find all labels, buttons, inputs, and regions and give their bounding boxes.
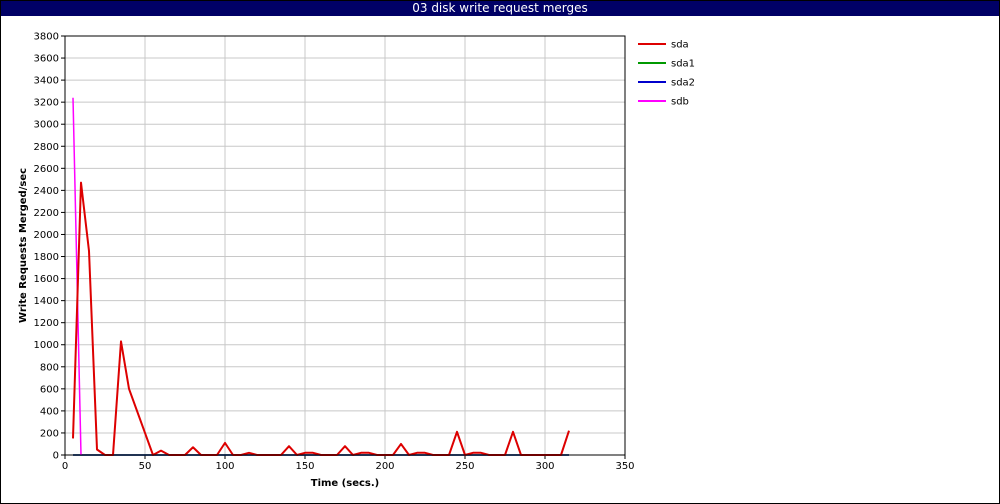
x-tick-label: 0 [62,461,68,472]
y-tick-label: 1200 [34,318,59,329]
legend-label-sda: sda [671,40,689,51]
y-tick-label: 1400 [34,296,59,307]
series-line-sda [72,181,570,456]
line-chart: 0200400600800100012001400160018002000220… [18,32,695,490]
y-tick-label: 2400 [34,186,59,197]
y-tick-label: 600 [40,384,59,395]
x-axis-label: Time (secs.) [311,478,380,489]
y-tick-label: 3200 [34,98,59,109]
x-tick-label: 300 [535,461,554,472]
x-tick-label: 250 [455,461,474,472]
legend-label-sda1: sda1 [671,59,695,70]
y-tick-label: 800 [40,362,59,373]
y-tick-label: 200 [40,428,59,439]
plot-area-frame [64,35,626,456]
y-tick-label: 1600 [34,274,59,285]
x-axis-ticks: 0 50 100 150 200 250 300 350 [62,455,635,472]
legend-label-sda2: sda2 [671,78,695,89]
y-tick-label: 1000 [34,340,59,351]
y-tick-label: 2600 [34,164,59,175]
y-tick-label: 400 [40,406,59,417]
y-tick-label: 0 [53,451,59,462]
y-axis-ticks: 0 200 400 600 800 1000 1200 1400 1600 1800 2000 220… [34,32,65,462]
y-tick-label: 3800 [34,32,59,43]
x-tick-label: 200 [375,461,394,472]
y-axis-label: Write Requests Merged/sec [18,168,29,323]
y-tick-label: 2000 [34,230,59,241]
y-tick-label: 1800 [34,252,59,263]
series-lines [72,97,570,456]
y-tick-label: 2200 [34,208,59,219]
x-tick-label: 150 [295,461,314,472]
x-tick-label: 50 [139,461,152,472]
grid-lines [64,35,626,456]
legend: sda sda1 sda2 sdb [638,40,695,108]
y-tick-label: 3400 [34,76,59,87]
x-tick-label: 350 [615,461,634,472]
x-tick-label: 100 [215,461,234,472]
y-tick-label: 2800 [34,142,59,153]
y-tick-label: 3600 [34,54,59,65]
y-tick-label: 3000 [34,120,59,131]
legend-label-sdb: sdb [671,97,689,108]
